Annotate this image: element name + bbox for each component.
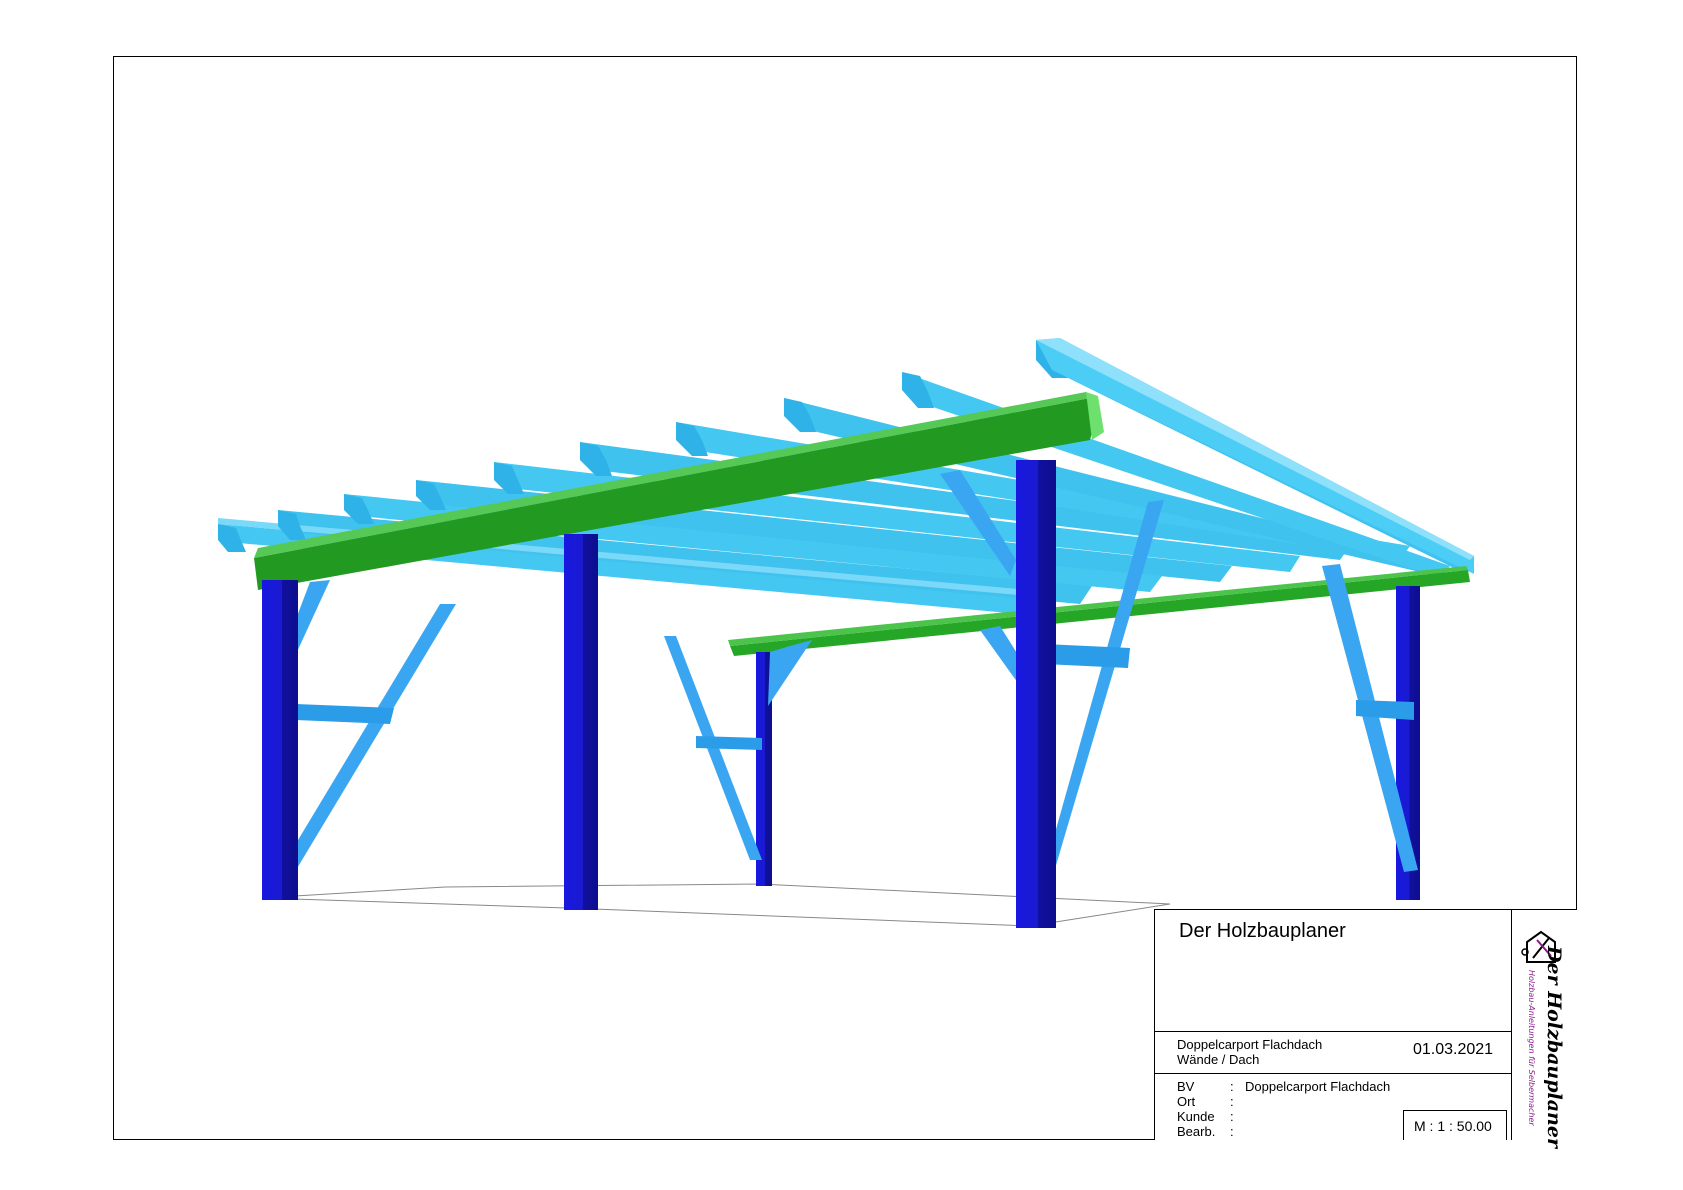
company-name: Der Holzbauplaner: [1179, 920, 1346, 942]
drawing-scale: M : 1 : 50.00: [1414, 1118, 1492, 1134]
drawing-subtitle: Wände / Dach: [1177, 1052, 1260, 1067]
field-label-bv: BV: [1177, 1079, 1195, 1094]
field-colon: :: [1230, 1079, 1234, 1094]
drawing-date: 01.03.2021: [1413, 1041, 1494, 1058]
field-colon: :: [1230, 1124, 1234, 1139]
logo-subtitle: Holzbau-Anleitungen für Selbermacher: [1527, 970, 1536, 1126]
title-divider: [1155, 1031, 1511, 1032]
field-colon: :: [1230, 1094, 1234, 1109]
title-block: Der Holzbauplaner Doppelcarport Flachdac…: [1154, 909, 1577, 1148]
project-title: Doppelcarport Flachdach: [1177, 1037, 1323, 1052]
field-label-ort: Ort: [1177, 1094, 1196, 1109]
field-label-kunde: Kunde: [1177, 1109, 1215, 1124]
field-label-bearb: Bearb.: [1177, 1124, 1216, 1139]
field-value-bv: Doppelcarport Flachdach: [1245, 1079, 1391, 1094]
field-colon: :: [1230, 1109, 1234, 1124]
fields-divider: [1155, 1073, 1511, 1074]
logo: Der Holzbauplaner Holzbau-Anleitungen fü…: [1511, 910, 1577, 1148]
logo-title: Der Holzbauplaner: [1543, 946, 1565, 1148]
